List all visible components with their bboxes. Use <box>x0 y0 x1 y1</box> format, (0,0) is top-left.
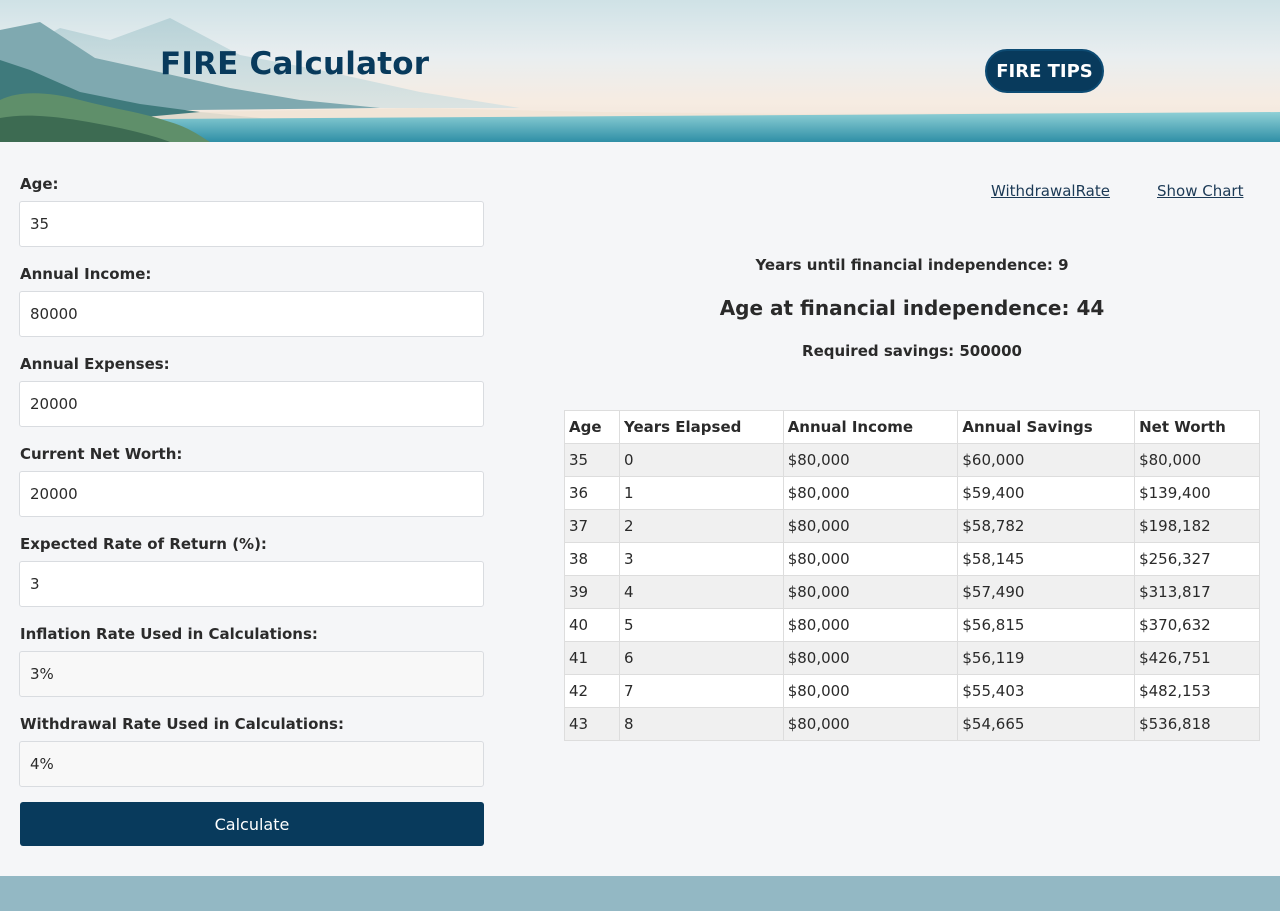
table-row: 38 3 $80,000 $58,145 $256,327 <box>564 542 1260 576</box>
cell-annual-savings: $57,490 <box>957 575 1136 609</box>
table-row: 43 8 $80,000 $54,665 $536,818 <box>564 707 1260 741</box>
cell-annual-income: $80,000 <box>782 575 959 609</box>
inflation-rate-label: Inflation Rate Used in Calculations: <box>20 625 318 643</box>
table-header-row: Age Years Elapsed Annual Income Annual S… <box>564 410 1260 444</box>
cell-years-elapsed: 1 <box>618 476 784 510</box>
table-row: 39 4 $80,000 $57,490 $313,817 <box>564 575 1260 609</box>
withdrawal-rate-field: Withdrawal Rate Used in Calculations: 4% <box>19 712 484 802</box>
inflation-rate-field: Inflation Rate Used in Calculations: 3% <box>19 622 484 712</box>
rate-of-return-label: Expected Rate of Return (%): <box>20 535 267 553</box>
age-at-fi: Age at financial independence: 44 <box>719 296 1105 320</box>
cell-net-worth: $313,817 <box>1134 575 1260 609</box>
header-years-elapsed: Years Elapsed <box>618 410 784 444</box>
required-savings: Required savings: 500000 <box>802 342 1022 360</box>
withdrawal-rate-label: Withdrawal Rate Used in Calculations: <box>20 715 344 733</box>
cell-annual-savings: $55,403 <box>957 674 1136 708</box>
cell-years-elapsed: 4 <box>618 575 784 609</box>
net-worth-field: Current Net Worth: 20000 <box>19 442 484 532</box>
cell-annual-income: $80,000 <box>782 443 959 477</box>
cell-age: 37 <box>564 509 620 543</box>
header-annual-income: Annual Income <box>782 410 959 444</box>
annual-expenses-field: Annual Expenses: 20000 <box>19 352 484 442</box>
cell-years-elapsed: 7 <box>618 674 784 708</box>
cell-annual-income: $80,000 <box>782 608 959 642</box>
show-chart-link[interactable]: Show Chart <box>1157 182 1243 200</box>
table-row: 41 6 $80,000 $56,119 $426,751 <box>564 641 1260 675</box>
cell-age: 36 <box>564 476 620 510</box>
calculator-form: Age: 35 Annual Income: 80000 Annual Expe… <box>19 172 484 802</box>
cell-annual-income: $80,000 <box>782 674 959 708</box>
cell-annual-savings: $56,815 <box>957 608 1136 642</box>
cell-annual-savings: $58,145 <box>957 542 1136 576</box>
cell-age: 35 <box>564 443 620 477</box>
annual-income-label: Annual Income: <box>20 265 152 283</box>
cell-net-worth: $139,400 <box>1134 476 1260 510</box>
cell-annual-income: $80,000 <box>782 542 959 576</box>
cell-net-worth: $256,327 <box>1134 542 1260 576</box>
cell-annual-savings: $56,119 <box>957 641 1136 675</box>
withdrawal-rate-link[interactable]: WithdrawalRate <box>991 182 1110 200</box>
cell-years-elapsed: 2 <box>618 509 784 543</box>
cell-years-elapsed: 0 <box>618 443 784 477</box>
annual-income-input[interactable]: 80000 <box>19 291 484 337</box>
table-row: 42 7 $80,000 $55,403 $482,153 <box>564 674 1260 708</box>
rate-of-return-field: Expected Rate of Return (%): 3 <box>19 532 484 622</box>
table-row: 35 0 $80,000 $60,000 $80,000 <box>564 443 1260 477</box>
cell-age: 40 <box>564 608 620 642</box>
app-title: FIRE Calculator <box>160 46 430 82</box>
cell-net-worth: $426,751 <box>1134 641 1260 675</box>
cell-annual-income: $80,000 <box>782 641 959 675</box>
cell-age: 43 <box>564 707 620 741</box>
net-worth-input[interactable]: 20000 <box>19 471 484 517</box>
cell-years-elapsed: 3 <box>618 542 784 576</box>
cell-annual-savings: $60,000 <box>957 443 1136 477</box>
withdrawal-rate-input: 4% <box>19 741 484 787</box>
cell-age: 38 <box>564 542 620 576</box>
cell-net-worth: $370,632 <box>1134 608 1260 642</box>
rate-of-return-input[interactable]: 3 <box>19 561 484 607</box>
cell-annual-savings: $59,400 <box>957 476 1136 510</box>
cell-years-elapsed: 6 <box>618 641 784 675</box>
results-table: Age Years Elapsed Annual Income Annual S… <box>564 410 1260 741</box>
cell-net-worth: $80,000 <box>1134 443 1260 477</box>
cell-annual-savings: $58,782 <box>957 509 1136 543</box>
annual-expenses-label: Annual Expenses: <box>20 355 170 373</box>
age-field: Age: 35 <box>19 172 484 262</box>
cell-years-elapsed: 8 <box>618 707 784 741</box>
cell-annual-income: $80,000 <box>782 707 959 741</box>
calculate-button[interactable]: Calculate <box>20 802 484 846</box>
cell-age: 42 <box>564 674 620 708</box>
cell-age: 39 <box>564 575 620 609</box>
cell-age: 41 <box>564 641 620 675</box>
header-age: Age <box>564 410 620 444</box>
cell-net-worth: $198,182 <box>1134 509 1260 543</box>
header-net-worth: Net Worth <box>1134 410 1260 444</box>
cell-annual-income: $80,000 <box>782 476 959 510</box>
years-until-fi: Years until financial independence: 9 <box>755 256 1069 274</box>
table-row: 36 1 $80,000 $59,400 $139,400 <box>564 476 1260 510</box>
age-input[interactable]: 35 <box>19 201 484 247</box>
table-row: 37 2 $80,000 $58,782 $198,182 <box>564 509 1260 543</box>
header-banner: FIRE Calculator FIRE TIPS <box>0 0 1280 142</box>
header-annual-savings: Annual Savings <box>957 410 1136 444</box>
cell-years-elapsed: 5 <box>618 608 784 642</box>
cell-net-worth: $536,818 <box>1134 707 1260 741</box>
fire-tips-button[interactable]: FIRE TIPS <box>985 49 1104 93</box>
table-row: 40 5 $80,000 $56,815 $370,632 <box>564 608 1260 642</box>
annual-income-field: Annual Income: 80000 <box>19 262 484 352</box>
inflation-rate-input: 3% <box>19 651 484 697</box>
age-label: Age: <box>20 175 59 193</box>
cell-net-worth: $482,153 <box>1134 674 1260 708</box>
cell-annual-savings: $54,665 <box>957 707 1136 741</box>
net-worth-label: Current Net Worth: <box>20 445 183 463</box>
footer <box>0 876 1280 911</box>
cell-annual-income: $80,000 <box>782 509 959 543</box>
annual-expenses-input[interactable]: 20000 <box>19 381 484 427</box>
